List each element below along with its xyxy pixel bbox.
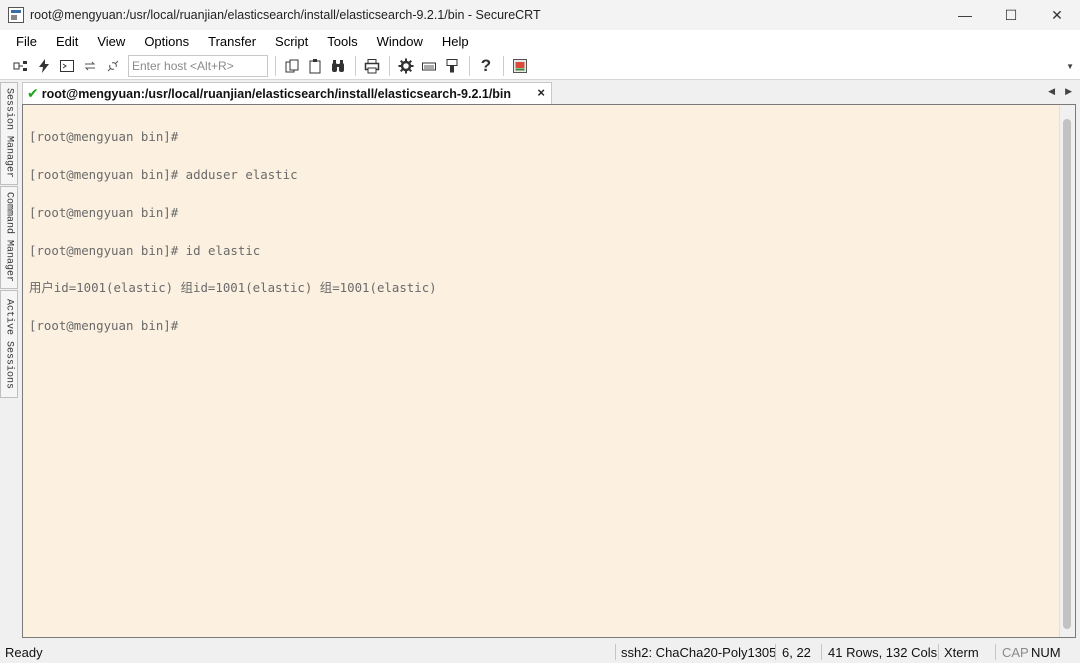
print-icon[interactable] [361,55,383,77]
menu-edit[interactable]: Edit [46,34,87,49]
menu-help[interactable]: Help [432,34,478,49]
menu-window[interactable]: Window [367,34,432,49]
status-divider [995,644,996,660]
screen-icon[interactable] [509,55,531,77]
tab-active-sessions-label: Active Sessions [3,298,15,389]
help-icon[interactable]: ? [475,55,497,77]
scrollbar-thumb[interactable] [1063,119,1071,629]
tab-command-manager-label: Command Manager [3,192,15,283]
menu-script[interactable]: Script [265,34,317,49]
tab-navigation: ◀ ▶ [1048,86,1072,97]
terminal-scrollbar[interactable] [1059,105,1075,637]
terminal-line: [root@mengyuan bin]# [29,204,179,220]
toolbar-separator [355,55,356,76]
terminal-frame: [root@mengyuan bin]# [root@mengyuan bin]… [22,104,1076,638]
status-divider [821,644,822,660]
tab-active-sessions[interactable]: Active Sessions [0,290,18,398]
tab-scroll-right-icon[interactable]: ▶ [1065,86,1072,97]
menu-transfer[interactable]: Transfer [198,34,265,49]
connect-icon[interactable] [10,55,32,77]
toolbar-separator [503,55,504,76]
session-tab[interactable]: ✔ root@mengyuan:/usr/local/ruanjian/elas… [22,82,552,104]
tab-scroll-left-icon[interactable]: ◀ [1048,86,1055,97]
check-icon: ✔ [27,85,39,101]
status-divider [615,644,616,660]
copy-icon[interactable] [281,55,303,77]
find-icon[interactable] [327,55,349,77]
menu-bar: File Edit View Options Transfer Script T… [0,30,1080,52]
toolbar-separator [389,55,390,76]
tab-command-manager[interactable]: Command Manager [0,186,18,289]
paste-icon[interactable] [304,55,326,77]
terminal-line: [root@mengyuan bin]# [29,129,179,145]
menu-file[interactable]: File [6,34,46,49]
window-title: root@mengyuan:/usr/local/ruanjian/elasti… [30,8,541,22]
side-panel: Session Manager Command Manager Active S… [0,82,18,637]
status-protocol: ssh2: ChaCha20-Poly1305 [621,645,777,660]
securecrt-app-icon [8,7,24,23]
terminal-line: 用户id=1001(elastic) 组id=1001(elastic) 组=1… [29,280,437,296]
tab-session-manager-label: Session Manager [3,88,15,179]
toolbar-separator [469,55,470,76]
enter-host-input[interactable] [128,54,268,77]
settings-icon[interactable] [395,55,417,77]
status-cursor-position: 6, 22 [782,645,811,660]
toolbar: ? ▼ [0,52,1080,80]
status-divider [938,644,939,660]
terminal-line: [root@mengyuan bin]# id elastic [29,242,261,258]
status-divider [775,644,776,660]
menu-view[interactable]: View [87,34,134,49]
title-bar: root@mengyuan:/usr/local/ruanjian/elasti… [0,0,1080,30]
window-controls: — ☐ ✕ [942,0,1080,30]
status-terminal-size: 41 Rows, 132 Cols [828,645,938,660]
terminal-line: [root@mengyuan bin]# [29,318,179,334]
session-tab-label: root@mengyuan:/usr/local/ruanjian/elasti… [41,86,512,101]
connect-tab-icon[interactable] [56,55,78,77]
disconnect-icon[interactable] [102,55,124,77]
sftp-icon[interactable] [441,55,463,77]
keymap-icon[interactable] [418,55,440,77]
minimize-button[interactable]: — [942,0,988,30]
session-tab-bar: ✔ root@mengyuan:/usr/local/ruanjian/elas… [22,82,1080,104]
terminal-line: [root@mengyuan bin]# adduser elastic [29,166,298,182]
status-ready: Ready [5,645,43,660]
menu-options[interactable]: Options [134,34,198,49]
status-caps-lock: CAP [1002,645,1029,660]
maximize-button[interactable]: ☐ [988,0,1034,30]
close-tab-icon[interactable]: × [537,85,545,100]
status-terminal-type: Xterm [944,645,979,660]
menu-tools[interactable]: Tools [317,34,366,49]
toolbar-separator [275,55,276,76]
terminal-output[interactable]: [root@mengyuan bin]# [root@mengyuan bin]… [23,105,1059,637]
toolbar-overflow-icon[interactable]: ▼ [1066,62,1074,71]
close-button[interactable]: ✕ [1034,0,1080,30]
status-bar: Ready ssh2: ChaCha20-Poly1305 6, 22 41 R… [0,641,1080,663]
status-num-lock: NUM [1031,645,1061,660]
quick-connect-icon[interactable] [33,55,55,77]
reconnect-icon[interactable] [79,55,101,77]
tab-session-manager[interactable]: Session Manager [0,82,18,185]
